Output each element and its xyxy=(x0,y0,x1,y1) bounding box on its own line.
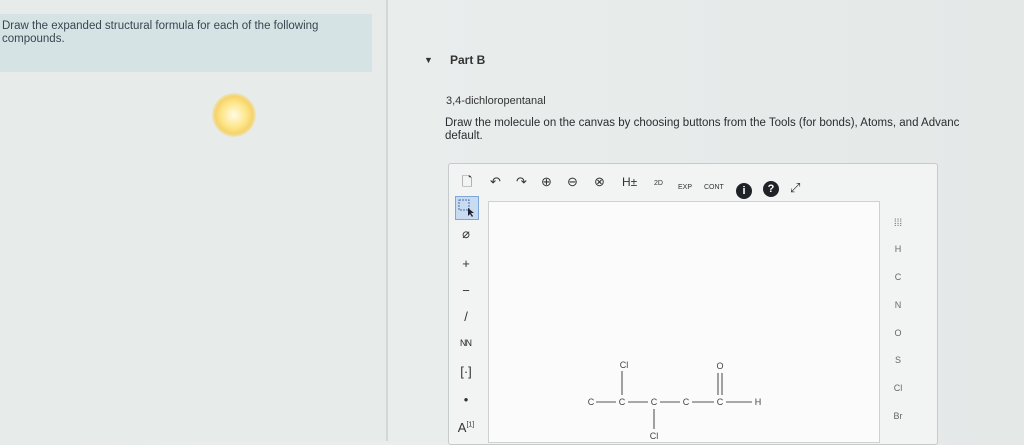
lone-pair-button[interactable]: • xyxy=(455,392,477,407)
select-tool-button[interactable] xyxy=(455,196,479,220)
contract-button[interactable]: CONT xyxy=(704,180,724,196)
redo-icon[interactable]: ↷ xyxy=(516,174,527,190)
atom-button-s[interactable]: S xyxy=(886,355,910,365)
atom-button-br[interactable]: Br xyxy=(886,411,910,421)
atom-button-c[interactable]: C xyxy=(886,272,910,282)
hydrogen-toggle-button[interactable]: H± xyxy=(622,174,637,190)
atom-label: C xyxy=(588,397,595,407)
expand-button[interactable]: EXP xyxy=(678,180,692,196)
new-drawing-icon[interactable]: 🗋 xyxy=(462,174,472,190)
atom-button-o[interactable]: O xyxy=(886,328,910,338)
atom-label-button[interactable]: A[1] xyxy=(455,420,477,435)
atom-label: O xyxy=(716,361,723,371)
info-icon[interactable]: i xyxy=(736,183,752,199)
instructions: Draw the molecule on the canvas by choos… xyxy=(445,117,1024,143)
atom-button-n[interactable]: N xyxy=(886,300,910,310)
eraser-icon[interactable]: ⌀ xyxy=(455,226,477,242)
question-prompt: Draw the expanded structural formula for… xyxy=(0,14,372,72)
chain-tool-button[interactable]: ᴺᴺ xyxy=(455,337,477,352)
atom-label: C xyxy=(717,397,724,407)
atom-label: H xyxy=(755,397,762,407)
molecule-drawing[interactable]: C C C C C H O Cl Cl xyxy=(580,355,780,441)
fullscreen-icon[interactable]: ⤢ xyxy=(790,180,800,196)
glare-spot xyxy=(212,93,256,137)
atom-button-h[interactable]: H xyxy=(886,244,910,254)
atom-button-cl[interactable]: Cl xyxy=(886,383,910,393)
atom-label: Cl xyxy=(650,431,659,441)
question-text: Draw the expanded structural formula for… xyxy=(2,20,319,45)
part-collapse-toggle[interactable]: ▼ xyxy=(424,55,433,65)
zoom-out-icon[interactable]: ⊖ xyxy=(567,174,578,190)
decrease-charge-button[interactable]: − xyxy=(455,283,477,298)
zoom-in-icon[interactable]: ⊕ xyxy=(541,174,552,190)
single-bond-button[interactable]: / xyxy=(455,309,477,324)
atom-label: C xyxy=(683,397,690,407)
undo-icon[interactable]: ↶ xyxy=(490,174,501,190)
part-title[interactable]: Part B xyxy=(450,53,485,67)
zoom-reset-icon[interactable]: ⊗ xyxy=(594,174,605,190)
instructions-line-2: default. xyxy=(445,130,483,142)
atom-label: Cl xyxy=(620,360,629,370)
instructions-line-1: Draw the molecule on the canvas by choos… xyxy=(445,117,960,129)
help-icon[interactable]: ? xyxy=(763,181,779,197)
atom-label-sup: [1] xyxy=(466,421,475,429)
bracket-tool-button[interactable]: [·] xyxy=(455,364,477,379)
compound-name: 3,4-dichloropentanal xyxy=(446,95,546,107)
increase-charge-button[interactable]: + xyxy=(455,256,477,271)
periodic-table-icon[interactable]: ⁞⁞⁞ xyxy=(886,218,910,229)
lasso-select-icon xyxy=(458,199,474,217)
panel-divider xyxy=(386,0,388,441)
template-2d-button[interactable]: 2D xyxy=(654,176,663,192)
atom-label: C xyxy=(619,397,626,407)
atom-label: C xyxy=(651,397,658,407)
